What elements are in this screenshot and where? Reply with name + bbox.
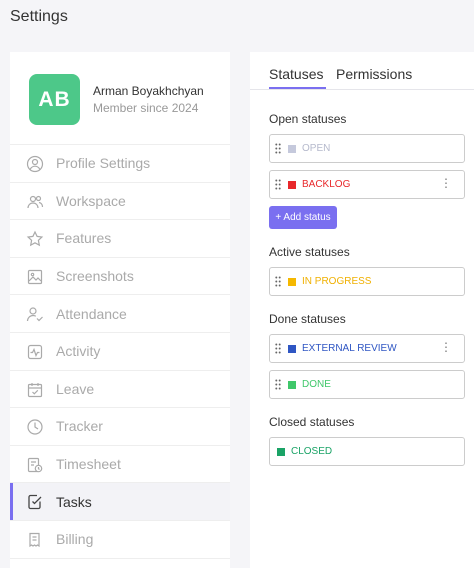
status-color-swatch — [288, 278, 296, 286]
more-vertical-icon[interactable]: ⋮ — [440, 341, 452, 353]
star-icon — [26, 230, 44, 248]
calendar-check-icon — [26, 381, 44, 399]
nav-item-activity[interactable]: Activity — [10, 333, 230, 371]
nav-label: Attendance — [56, 305, 127, 322]
status-row-in-progress[interactable]: IN PROGRESS — [269, 267, 465, 296]
add-status-button[interactable]: + Add status — [269, 206, 337, 229]
nav-item-workspace[interactable]: Workspace — [10, 183, 230, 221]
image-icon — [26, 268, 44, 286]
tab-bar: Statuses Permissions — [250, 52, 474, 90]
status-color-swatch — [288, 181, 296, 189]
activity-icon — [26, 343, 44, 361]
nav-item-billing[interactable]: Billing — [10, 521, 230, 559]
drag-handle-icon[interactable] — [275, 379, 281, 390]
nav-item-leave[interactable]: Leave — [10, 371, 230, 409]
status-color-swatch — [288, 345, 296, 353]
nav-label: Leave — [56, 380, 95, 397]
task-settings-panel: Statuses Permissions Open statuses OPEN … — [250, 52, 474, 568]
status-name: OPEN — [302, 143, 331, 154]
nav-item-screenshots[interactable]: Screenshots — [10, 258, 230, 296]
status-name: IN PROGRESS — [302, 276, 372, 287]
nav-label: Workspace — [56, 192, 126, 209]
nav-label: Timesheet — [56, 456, 121, 473]
nav-item-features[interactable]: Features — [10, 220, 230, 258]
users-icon — [26, 193, 44, 211]
nav-label: Features — [56, 230, 112, 247]
nav-label: Billing — [56, 531, 94, 548]
status-name: CLOSED — [291, 446, 333, 457]
section-label-open: Open statuses — [269, 112, 347, 126]
status-row-done[interactable]: DONE — [269, 370, 465, 399]
status-row-backlog[interactable]: BACKLOG ⋮ — [269, 170, 465, 199]
nav-label: Activity — [56, 343, 101, 360]
avatar: AB — [29, 74, 80, 125]
nav-item-profile-settings[interactable]: Profile Settings — [10, 145, 230, 183]
drag-handle-icon[interactable] — [275, 276, 281, 287]
status-row-closed[interactable]: CLOSED — [269, 437, 465, 466]
profile-card: AB Arman Boyakhchyan Member since 2024 — [10, 52, 230, 145]
timesheet-icon — [26, 456, 44, 474]
tab-statuses[interactable]: Statuses — [269, 66, 323, 82]
nav-label: Tasks — [56, 493, 92, 510]
status-row-open[interactable]: OPEN — [269, 134, 465, 163]
nav-label: Tracker — [56, 418, 103, 435]
section-label-closed: Closed statuses — [269, 415, 355, 429]
active-tab-indicator — [269, 87, 326, 89]
section-label-done: Done statuses — [269, 312, 346, 326]
drag-handle-icon[interactable] — [275, 143, 281, 154]
settings-sidebar: AB Arman Boyakhchyan Member since 2024 P… — [10, 52, 230, 568]
user-circle-icon — [26, 155, 44, 173]
nav-item-tasks[interactable]: Tasks — [10, 483, 230, 521]
profile-name: Arman Boyakhchyan — [93, 84, 204, 98]
nav-item-attendance[interactable]: Attendance — [10, 295, 230, 333]
nav-label: Profile Settings — [56, 155, 151, 172]
section-label-active: Active statuses — [269, 245, 350, 259]
status-name: EXTERNAL REVIEW — [302, 343, 397, 354]
status-name: BACKLOG — [302, 179, 351, 190]
nav-item-tracker[interactable]: Tracker — [10, 408, 230, 446]
nav-item-timesheet[interactable]: Timesheet — [10, 446, 230, 484]
drag-handle-icon[interactable] — [275, 343, 281, 354]
nav-label: Screenshots — [56, 268, 134, 285]
billing-icon — [26, 531, 44, 549]
user-check-icon — [26, 305, 44, 323]
status-row-external-review[interactable]: EXTERNAL REVIEW ⋮ — [269, 334, 465, 363]
status-color-swatch — [288, 145, 296, 153]
page-title: Settings — [10, 8, 68, 25]
tab-permissions[interactable]: Permissions — [336, 66, 412, 82]
task-check-icon — [26, 493, 44, 511]
status-name: DONE — [302, 379, 331, 390]
status-color-swatch — [277, 448, 285, 456]
status-color-swatch — [288, 381, 296, 389]
clock-icon — [26, 418, 44, 436]
member-since: Member since 2024 — [93, 101, 199, 115]
drag-handle-icon[interactable] — [275, 179, 281, 190]
more-vertical-icon[interactable]: ⋮ — [440, 177, 452, 189]
